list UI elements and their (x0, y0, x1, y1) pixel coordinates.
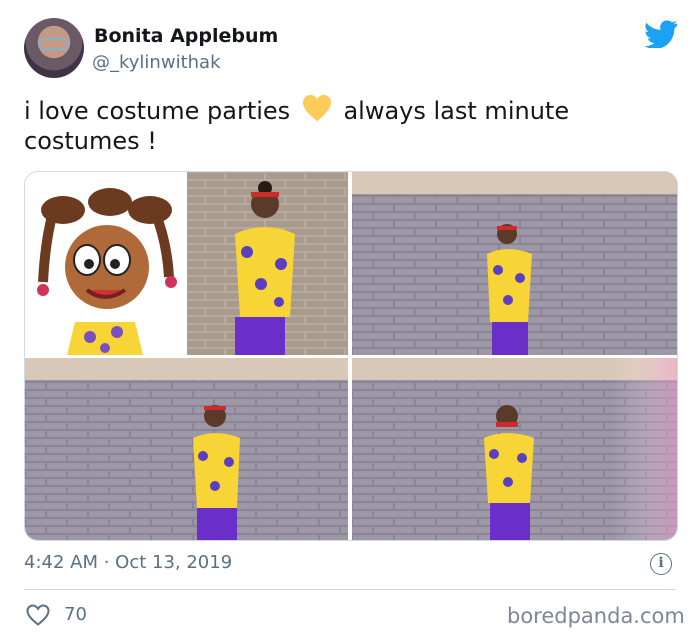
info-icon[interactable]: i (650, 553, 672, 575)
avatar[interactable] (24, 18, 84, 78)
watermark: boredpanda.com (507, 604, 685, 628)
yellow-heart-icon (302, 94, 331, 122)
media-photo-4[interactable] (352, 358, 677, 540)
media-photo-2[interactable] (352, 172, 677, 355)
author-name[interactable]: Bonita Applebum (94, 25, 278, 47)
like-count[interactable]: 70 (64, 604, 87, 625)
heart-outline-icon[interactable] (26, 604, 50, 626)
media-grid (24, 171, 678, 541)
media-photo-1[interactable] (25, 172, 348, 355)
author-handle[interactable]: @_kylinwithak (92, 52, 221, 73)
tweet-text: i love costume parties always last minut… (24, 94, 664, 156)
tweet-timestamp[interactable]: 4:42 AM · Oct 13, 2019 (24, 552, 232, 573)
divider (24, 589, 676, 590)
twitter-bird-icon[interactable] (644, 20, 678, 48)
media-photo-3[interactable] (25, 358, 348, 540)
tweet-text-part1: i love costume parties (24, 97, 291, 125)
